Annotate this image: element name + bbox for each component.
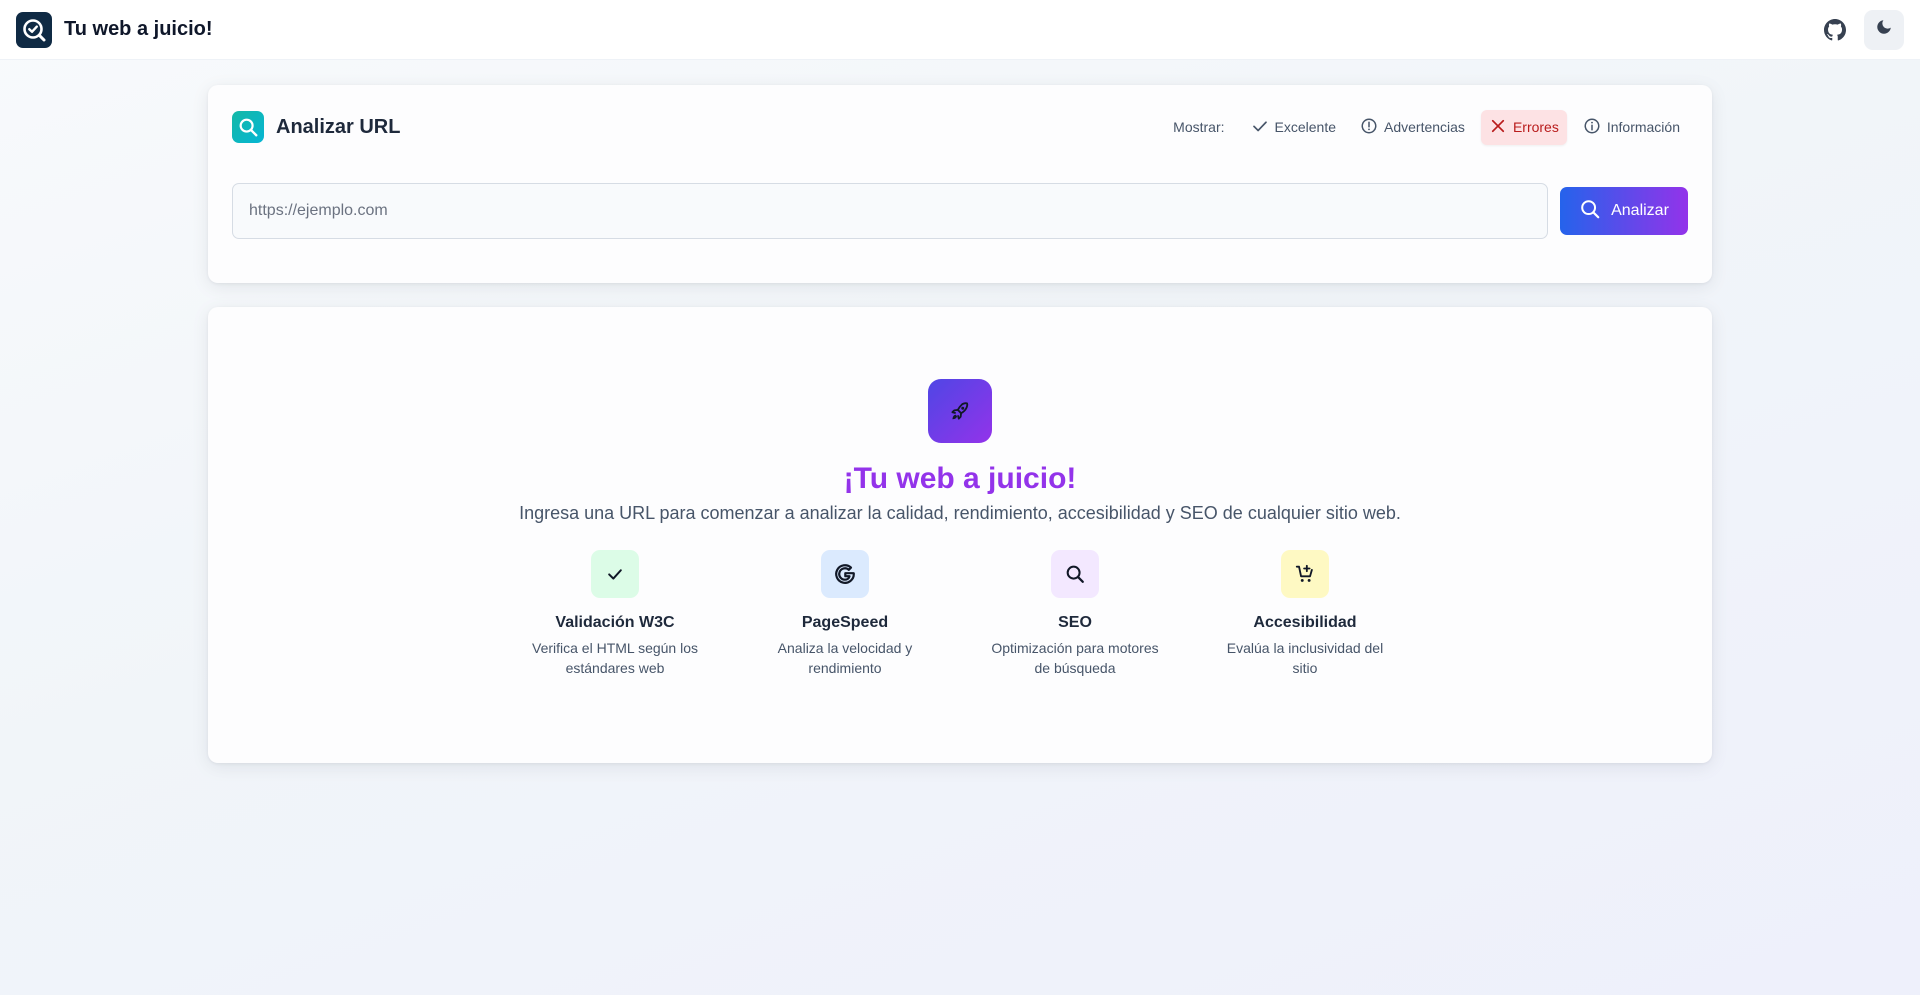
url-input[interactable] xyxy=(232,183,1548,239)
analyze-card: Analizar URL Mostrar: Excelente Adverten… xyxy=(208,85,1712,283)
check-icon xyxy=(1251,117,1269,138)
feature-title: SEO xyxy=(1058,614,1092,631)
filter-informacion[interactable]: Información xyxy=(1575,110,1688,145)
feature-w3c: Validación W3C Verifica el HTML según lo… xyxy=(500,550,730,678)
search-icon xyxy=(1051,550,1099,598)
top-bar: Tu web a juicio! xyxy=(0,0,1920,60)
app-title: Tu web a juicio! xyxy=(64,18,213,40)
feature-desc: Verifica el HTML según los estándares we… xyxy=(532,640,698,676)
analyze-title-group: Analizar URL xyxy=(232,111,400,143)
analyze-header: Analizar URL Mostrar: Excelente Adverten… xyxy=(232,109,1688,145)
filter-label: Excelente xyxy=(1274,119,1336,135)
alert-circle-icon xyxy=(1360,117,1378,138)
info-icon xyxy=(1583,117,1601,138)
moon-icon xyxy=(1875,18,1893,41)
x-icon xyxy=(1489,117,1507,138)
filter-excelente[interactable]: Excelente xyxy=(1243,110,1344,145)
url-row: Analizar xyxy=(232,183,1688,239)
top-actions xyxy=(1818,9,1904,50)
feature-accesibilidad: Accesibilidad Evalúa la inclusividad del… xyxy=(1190,550,1420,678)
filter-errores[interactable]: Errores xyxy=(1480,109,1567,145)
feature-seo: SEO Optimización para motores de búsqued… xyxy=(960,550,1190,678)
filter-label: Advertencias xyxy=(1384,119,1465,135)
filter-show-label: Mostrar: xyxy=(1173,119,1225,135)
feature-pagespeed: PageSpeed Analiza la velocidad y rendimi… xyxy=(730,550,960,678)
feature-title: Accesibilidad xyxy=(1253,614,1357,631)
analyze-button-label: Analizar xyxy=(1611,202,1669,219)
google-icon xyxy=(821,550,869,598)
check-icon xyxy=(591,550,639,598)
welcome-card: ¡Tu web a juicio! Ingresa una URL para c… xyxy=(208,307,1712,763)
filter-advertencias[interactable]: Advertencias xyxy=(1352,110,1473,145)
feature-title: Validación W3C xyxy=(555,614,675,631)
feature-desc: Optimización para motores de búsqueda xyxy=(991,640,1159,676)
rocket-icon xyxy=(928,379,992,443)
logo-icon xyxy=(16,11,52,48)
feature-title: PageSpeed xyxy=(801,614,889,631)
search-icon xyxy=(232,111,264,143)
hero-title: ¡Tu web a juicio! xyxy=(843,462,1077,495)
hero: ¡Tu web a juicio! Ingresa una URL para c… xyxy=(208,307,1712,678)
github-icon[interactable] xyxy=(1818,13,1852,47)
analyze-button[interactable]: Analizar xyxy=(1560,187,1688,235)
cart-plus-icon xyxy=(1281,550,1329,598)
brand[interactable]: Tu web a juicio! xyxy=(16,11,213,48)
feature-list: Validación W3C Verifica el HTML según lo… xyxy=(208,550,1712,678)
filter-label: Errores xyxy=(1512,119,1559,135)
analyze-title: Analizar URL xyxy=(276,115,401,138)
feature-desc: Evalúa la inclusividad del sitio xyxy=(1226,640,1384,676)
search-icon xyxy=(1579,198,1601,225)
filter-bar: Mostrar: Excelente Advertencias Errores xyxy=(1173,109,1688,145)
feature-desc: Analiza la velocidad y rendimiento xyxy=(777,640,913,676)
hero-subtitle: Ingresa una URL para comenzar a analizar… xyxy=(519,503,1401,523)
filter-label: Información xyxy=(1606,119,1680,135)
theme-toggle-button[interactable] xyxy=(1864,9,1904,50)
